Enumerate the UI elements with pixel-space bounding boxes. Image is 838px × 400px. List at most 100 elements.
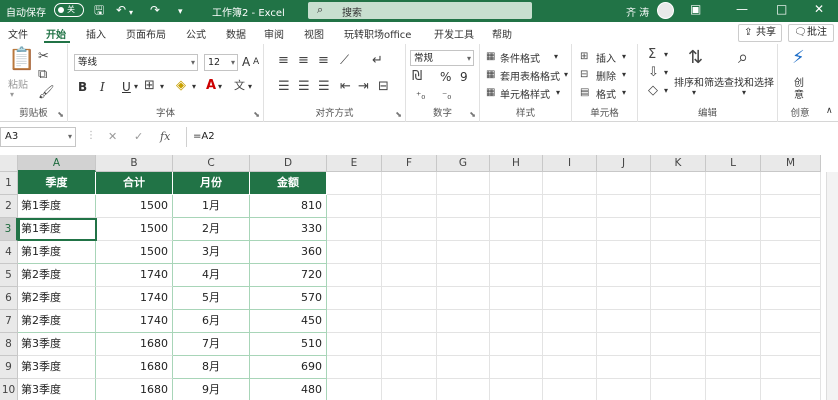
empty-cell[interactable]	[437, 172, 490, 195]
clipboard-launcher-icon[interactable]: ⬊	[57, 110, 64, 119]
table-cell[interactable]: 2月	[173, 218, 250, 241]
empty-cell[interactable]	[706, 218, 761, 241]
table-cell[interactable]: 1680	[96, 379, 173, 400]
row-header-7[interactable]: 7	[0, 310, 18, 333]
empty-cell[interactable]	[437, 310, 490, 333]
empty-cell[interactable]	[706, 356, 761, 379]
empty-cell[interactable]	[651, 172, 706, 195]
empty-cell[interactable]	[490, 310, 543, 333]
align-left-icon[interactable]: ☰	[278, 80, 290, 94]
chevron-down-icon[interactable]: ▾	[664, 68, 668, 77]
table-cell[interactable]: 4月	[173, 264, 250, 287]
empty-cell[interactable]	[651, 218, 706, 241]
empty-cell[interactable]	[327, 264, 382, 287]
empty-cell[interactable]	[543, 195, 597, 218]
wrap-text-icon[interactable]: ↵	[372, 54, 383, 68]
insert-button[interactable]: 插入	[596, 50, 616, 65]
table-header-cell[interactable]: 月份	[173, 172, 250, 195]
chevron-down-icon[interactable]: ▾	[160, 82, 164, 91]
save-icon[interactable]: 🖫	[94, 3, 104, 17]
empty-cell[interactable]	[597, 264, 651, 287]
empty-cell[interactable]	[490, 356, 543, 379]
empty-cell[interactable]	[382, 333, 437, 356]
table-cell[interactable]: 1500	[96, 241, 173, 264]
empty-cell[interactable]	[382, 264, 437, 287]
empty-cell[interactable]	[437, 241, 490, 264]
column-header-f[interactable]: F	[382, 155, 437, 172]
tab-insert[interactable]: 插入	[86, 26, 106, 41]
chevron-down-icon[interactable]: ▾	[556, 88, 560, 97]
chevron-down-icon[interactable]: ▾	[564, 70, 568, 79]
empty-cell[interactable]	[490, 195, 543, 218]
sort-filter-icon[interactable]: ⇅	[688, 48, 703, 68]
table-cell[interactable]: 6月	[173, 310, 250, 333]
empty-cell[interactable]	[706, 287, 761, 310]
autosave-toggle[interactable]: 关	[54, 3, 84, 17]
cell-styles-button[interactable]: 单元格样式	[500, 86, 550, 101]
table-cell[interactable]: 第2季度	[18, 287, 96, 310]
increase-indent-icon[interactable]: ⇥	[358, 80, 369, 94]
table-cell[interactable]: 5月	[173, 287, 250, 310]
chevron-down-icon[interactable]: ▾	[192, 82, 196, 91]
decrease-decimal-icon[interactable]: ⁻₀	[442, 90, 451, 104]
empty-cell[interactable]	[327, 333, 382, 356]
close-icon[interactable]: ✕	[814, 2, 824, 16]
row-header-3[interactable]: 3	[0, 218, 18, 241]
empty-cell[interactable]	[761, 333, 821, 356]
paste-icon[interactable]: 📋	[8, 48, 35, 72]
table-cell[interactable]: 第3季度	[18, 356, 96, 379]
empty-cell[interactable]	[437, 195, 490, 218]
empty-cell[interactable]	[382, 218, 437, 241]
empty-cell[interactable]	[761, 287, 821, 310]
format-painter-icon[interactable]: 🖌	[38, 86, 55, 100]
empty-cell[interactable]	[327, 218, 382, 241]
column-header-m[interactable]: M	[761, 155, 821, 172]
decrease-indent-icon[interactable]: ⇤	[340, 80, 351, 94]
empty-cell[interactable]	[327, 310, 382, 333]
empty-cell[interactable]	[651, 310, 706, 333]
empty-cell[interactable]	[706, 379, 761, 400]
align-top-icon[interactable]: ≡	[278, 54, 289, 68]
comma-style-button[interactable]: 9	[460, 70, 468, 84]
insert-function-icon[interactable]: fx	[160, 130, 170, 143]
chevron-down-icon[interactable]: ▾	[622, 70, 626, 79]
paste-label[interactable]: 粘贴	[8, 76, 28, 91]
empty-cell[interactable]	[706, 195, 761, 218]
number-launcher-icon[interactable]: ⬊	[469, 110, 476, 119]
empty-cell[interactable]	[382, 356, 437, 379]
empty-cell[interactable]	[382, 195, 437, 218]
undo-dropdown-icon[interactable]: ▾	[129, 6, 133, 20]
empty-cell[interactable]	[490, 172, 543, 195]
increase-decimal-icon[interactable]: ⁺₀	[416, 90, 425, 104]
row-header-9[interactable]: 9	[0, 356, 18, 379]
column-header-i[interactable]: I	[543, 155, 597, 172]
chevron-down-icon[interactable]: ▾	[622, 88, 626, 97]
empty-cell[interactable]	[382, 379, 437, 400]
empty-cell[interactable]	[327, 195, 382, 218]
font-size-select[interactable]: 12 ▾	[204, 54, 238, 71]
empty-cell[interactable]	[437, 333, 490, 356]
row-header-1[interactable]: 1	[0, 172, 18, 195]
table-cell[interactable]: 第1季度	[18, 241, 96, 264]
copy-icon[interactable]: ⧉	[38, 68, 47, 82]
empty-cell[interactable]	[437, 218, 490, 241]
row-header-4[interactable]: 4	[0, 241, 18, 264]
empty-cell[interactable]	[597, 379, 651, 400]
ribbon-display-icon[interactable]: ▣	[690, 2, 701, 16]
search-box[interactable]: ⌕ 搜索	[308, 2, 532, 19]
column-header-h[interactable]: H	[490, 155, 543, 172]
bold-button[interactable]: B	[78, 80, 87, 94]
tab-custom-office[interactable]: 玩转职场office	[344, 26, 411, 41]
chevron-down-icon[interactable]: ▾	[742, 88, 746, 97]
empty-cell[interactable]	[382, 287, 437, 310]
empty-cell[interactable]	[706, 264, 761, 287]
column-header-a[interactable]: A	[18, 155, 96, 172]
table-cell[interactable]: 8月	[173, 356, 250, 379]
paste-dropdown-icon[interactable]: ▾	[10, 90, 14, 99]
alignment-launcher-icon[interactable]: ⬊	[395, 110, 402, 119]
table-cell[interactable]: 1740	[96, 310, 173, 333]
empty-cell[interactable]	[761, 241, 821, 264]
column-header-j[interactable]: J	[597, 155, 651, 172]
empty-cell[interactable]	[490, 333, 543, 356]
number-format-select[interactable]: 常规 ▾	[410, 50, 474, 66]
